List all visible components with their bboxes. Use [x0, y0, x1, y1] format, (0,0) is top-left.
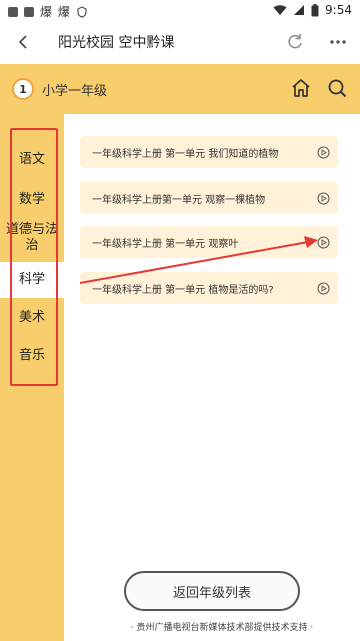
back-arrow-icon[interactable]: [14, 32, 34, 52]
status-app-text: 爆 爆: [40, 5, 71, 19]
nav-bar: 阳光校园 空中黔课: [0, 22, 360, 65]
lesson-item[interactable]: 一年级科学上册 第一单元 我们知道的植物: [80, 136, 338, 168]
lesson-item[interactable]: 一年级科学上册 第一单元 观察叶: [80, 226, 338, 258]
signal-icon: [294, 5, 305, 15]
battery-icon: [311, 3, 319, 16]
lesson-title: 一年级科学上册 第一单元 我们知道的植物: [92, 149, 279, 160]
play-circle-icon[interactable]: [317, 282, 330, 295]
wifi-icon: [273, 5, 287, 15]
annotation-highlight-box: [10, 128, 58, 386]
play-circle-icon[interactable]: [317, 236, 330, 249]
status-left: 爆 爆: [8, 3, 87, 20]
play-circle-icon[interactable]: [317, 192, 330, 205]
grade-label[interactable]: 小学一年级: [42, 80, 107, 99]
lesson-list: 一年级科学上册 第一单元 我们知道的植物 一年级科学上册第一单元 观察一棵植物 …: [64, 114, 360, 641]
lesson-title: 一年级科学上册 第一单元 观察叶: [92, 239, 239, 250]
lesson-item[interactable]: 一年级科学上册第一单元 观察一棵植物: [80, 182, 338, 214]
home-icon[interactable]: [290, 77, 312, 99]
page-title: 阳光校园 空中黔课: [58, 35, 175, 51]
refresh-icon[interactable]: [285, 31, 305, 53]
back-to-grade-list-button[interactable]: 返回年级列表: [124, 571, 300, 611]
footer-credit: · 贵州广播电视台新媒体技术部提供技术支持 ·: [130, 623, 314, 633]
status-right: 9:54: [273, 3, 352, 17]
status-time: 9:54: [325, 3, 352, 17]
more-icon[interactable]: [326, 31, 350, 53]
notification-icon: [8, 6, 18, 17]
status-bar: 爆 爆 9:54: [0, 0, 360, 22]
grade-number-badge: 1: [12, 78, 34, 100]
search-icon[interactable]: [326, 77, 348, 99]
grade-header: 1 小学一年级: [0, 64, 360, 114]
lesson-title: 一年级科学上册 第一单元 植物是活的吗?: [92, 285, 274, 296]
lesson-title: 一年级科学上册第一单元 观察一棵植物: [92, 195, 266, 206]
play-circle-icon[interactable]: [317, 146, 330, 159]
shield-icon: [77, 5, 87, 18]
lesson-item[interactable]: 一年级科学上册 第一单元 植物是活的吗?: [80, 272, 338, 304]
notification-icon: [24, 6, 34, 17]
